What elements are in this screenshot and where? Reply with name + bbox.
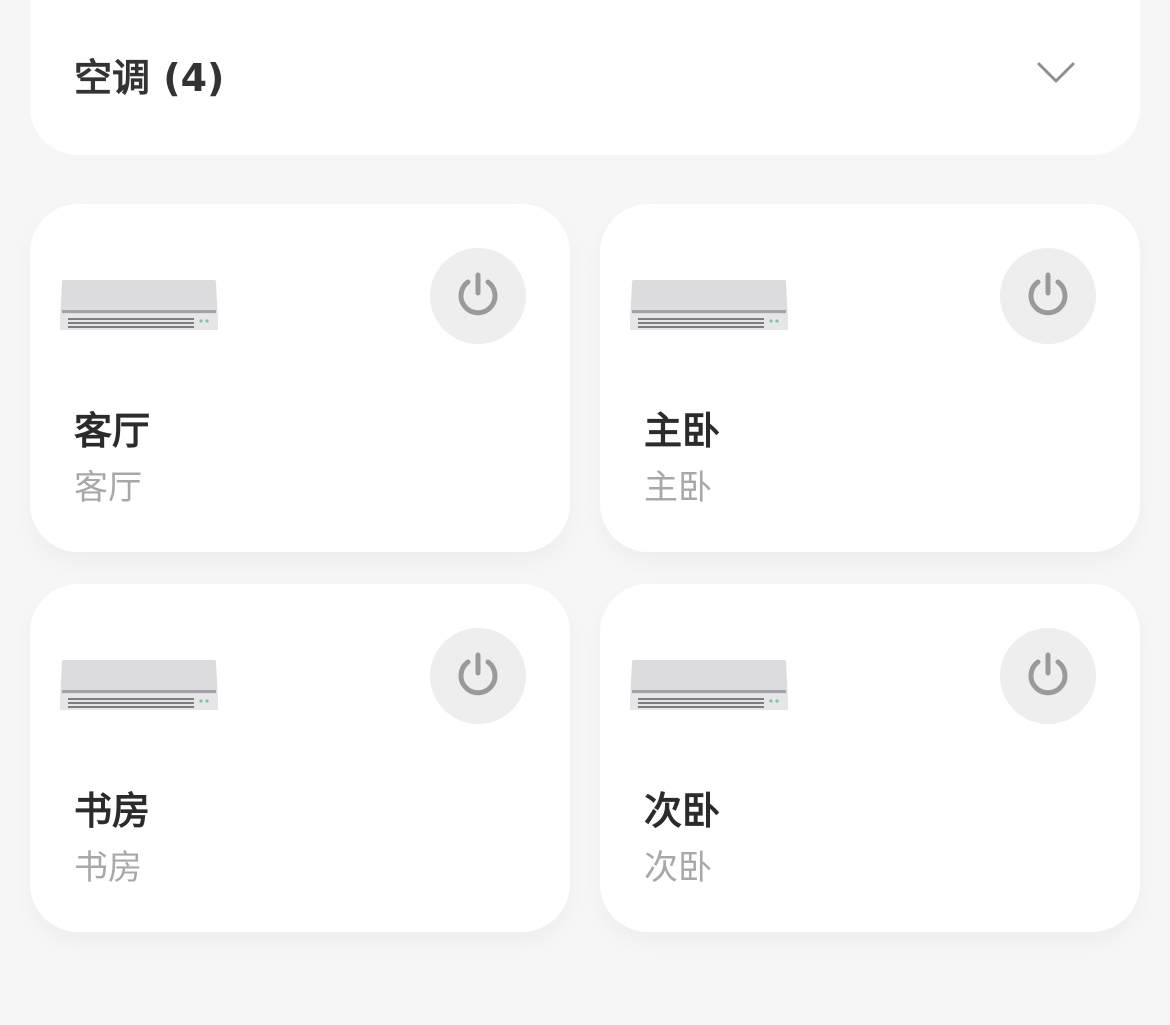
ac-group-header[interactable]: 空调 (4) [30, 0, 1140, 155]
power-icon [1028, 652, 1068, 696]
device-name: 次卧 [644, 789, 721, 833]
device-card-second-bedroom[interactable]: 次卧 次卧 [600, 584, 1140, 932]
power-icon [1028, 272, 1068, 316]
group-title: 空调 (4) [74, 56, 225, 100]
power-button[interactable] [1000, 628, 1096, 724]
air-conditioner-icon [60, 660, 218, 710]
air-conditioner-icon [630, 660, 788, 710]
device-room: 次卧 [644, 848, 712, 888]
device-card-living-room[interactable]: 客厅 客厅 [30, 204, 570, 552]
power-button[interactable] [430, 628, 526, 724]
power-button[interactable] [430, 248, 526, 344]
device-room: 客厅 [74, 468, 142, 508]
device-room: 主卧 [644, 468, 712, 508]
device-card-master-bedroom[interactable]: 主卧 主卧 [600, 204, 1140, 552]
device-name: 主卧 [644, 409, 721, 453]
air-conditioner-icon [60, 280, 218, 330]
device-card-study[interactable]: 书房 书房 [30, 584, 570, 932]
air-conditioner-icon [630, 280, 788, 330]
power-icon [458, 272, 498, 316]
power-icon [458, 652, 498, 696]
chevron-down-icon[interactable] [1036, 60, 1076, 86]
page: 空调 (4) 客厅 客厅 主卧 主卧 书房 书房 次卧 次卧 [0, 0, 1170, 1025]
device-name: 客厅 [74, 409, 151, 453]
device-room: 书房 [74, 848, 142, 888]
power-button[interactable] [1000, 248, 1096, 344]
device-name: 书房 [74, 789, 151, 833]
